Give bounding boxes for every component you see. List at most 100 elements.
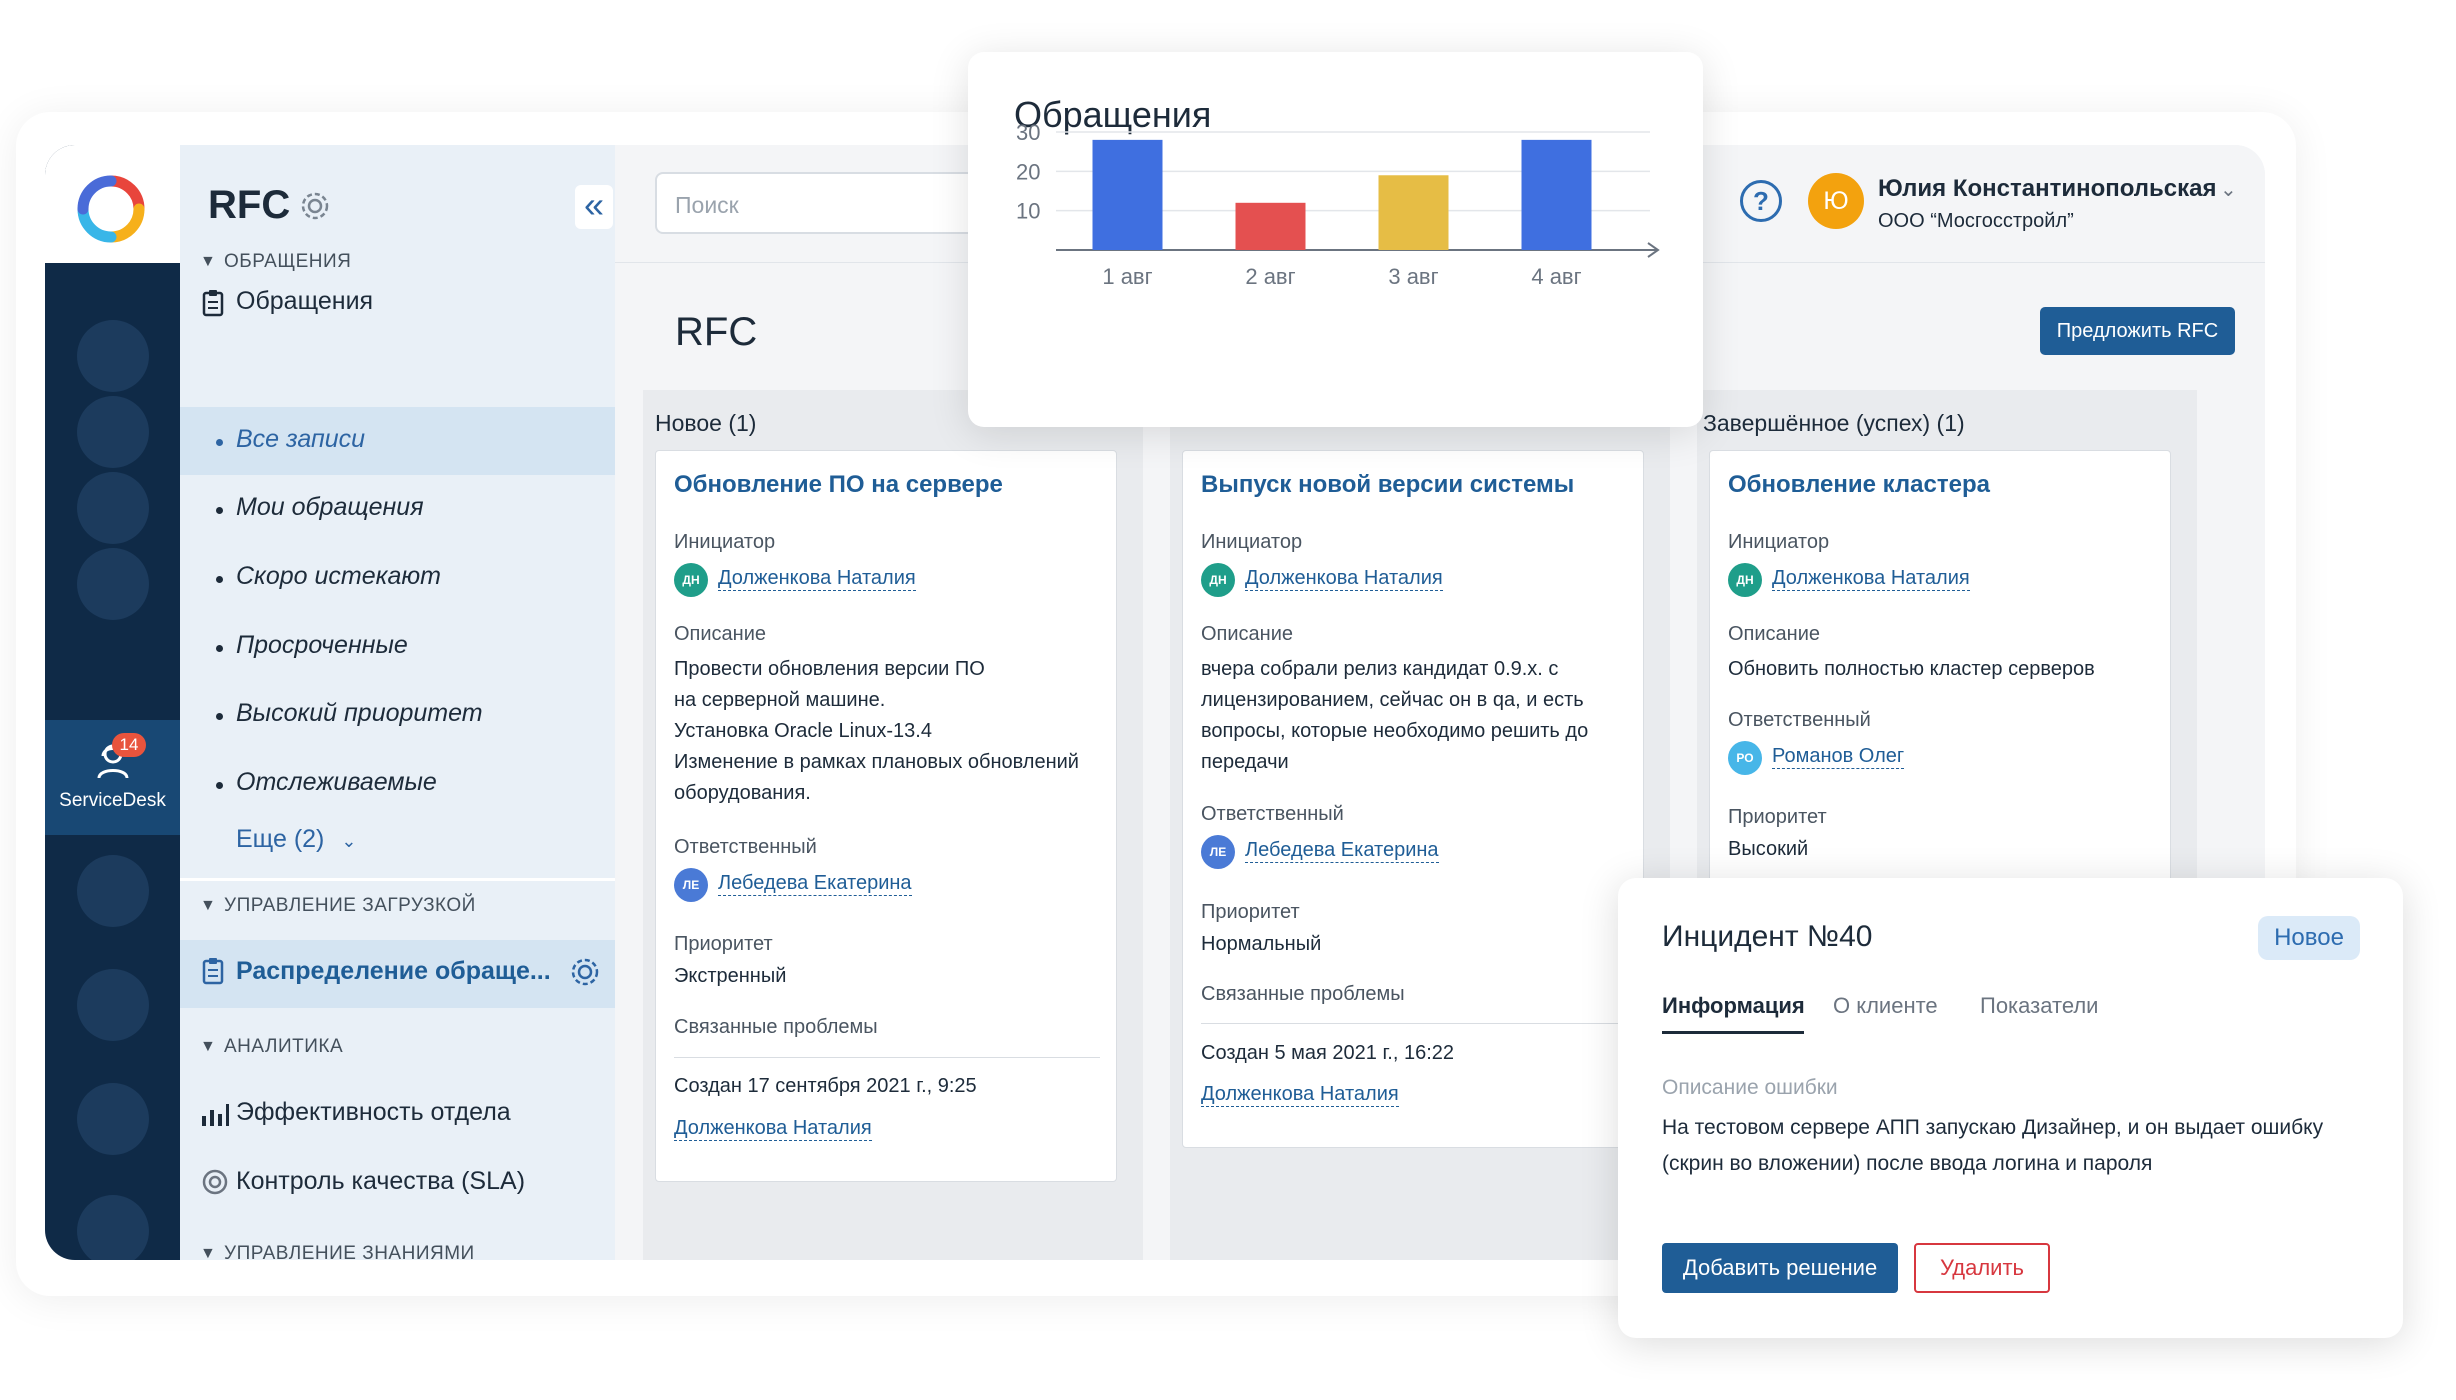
add-solution-button[interactable]: Добавить решение (1662, 1243, 1898, 1293)
rail-app-icon[interactable] (77, 1195, 149, 1260)
avatar: ДН (1728, 563, 1762, 597)
sidebar-title: RFC (208, 183, 291, 227)
rail-app-icon[interactable] (77, 548, 149, 620)
responsible-link[interactable]: Лебедева Екатерина (1245, 839, 1439, 863)
initiator-link[interactable]: Долженкова Наталия (1772, 567, 1970, 591)
x-tick-label: 4 авг (1531, 264, 1581, 289)
divider (180, 878, 615, 881)
caret-down-icon[interactable]: ▼ (200, 1245, 216, 1260)
responsible-label: Ответственный (1728, 709, 1871, 731)
app-logo-icon[interactable] (75, 173, 147, 245)
responsible-label: Ответственный (674, 836, 817, 858)
bar (1235, 202, 1306, 250)
priority-value: Высокий (1728, 838, 1809, 860)
divider (1201, 1023, 1627, 1024)
sidebar-item-expiring[interactable]: Скоро истекают (236, 562, 441, 591)
initiator-link[interactable]: Долженкова Наталия (1245, 567, 1443, 591)
kanban-column-new: Новое (1) Обновление ПО на сервере Иници… (643, 390, 1143, 1260)
avatar: РО (1728, 741, 1762, 775)
sidebar: RFC « ▼ ОБРАЩЕНИЯ Обращения Все записи М… (180, 145, 615, 1260)
description-line: Провести обновления версии ПО (674, 658, 985, 680)
rfc-card[interactable]: Выпуск новой версии системы Инициатор ДН… (1182, 450, 1644, 1148)
section-analytics[interactable]: АНАЛИТИКА (224, 1036, 343, 1058)
user-name[interactable]: Юлия Константинопольская (1878, 175, 2217, 203)
x-tick-label: 2 авг (1245, 264, 1295, 289)
rail-label-servicedesk: ServiceDesk (59, 790, 166, 811)
rail-item-servicedesk[interactable] (45, 720, 180, 835)
bullet (216, 576, 223, 583)
priority-label: Приоритет (1728, 806, 1827, 828)
creator-link[interactable]: Долженкова Наталия (674, 1117, 872, 1141)
sidebar-item-all-records[interactable]: Все записи (236, 425, 365, 454)
section-load-management[interactable]: УПРАВЛЕНИЕ ЗАГРУЗКОЙ (224, 895, 476, 917)
rfc-card[interactable]: Обновление ПО на сервере Инициатор ДН До… (655, 450, 1117, 1182)
rail-app-icon[interactable] (77, 1083, 149, 1155)
status-badge: Новое (2258, 916, 2360, 960)
creator-link[interactable]: Долженкова Наталия (1201, 1083, 1399, 1107)
gear-icon[interactable] (568, 955, 602, 989)
description-line: Установка Oracle Linux-13.4 (674, 720, 932, 742)
description-text: Провести обновления версии ПО на серверн… (674, 654, 1104, 809)
related-problems-label: Связанные проблемы (674, 1016, 878, 1038)
rail-app-icon[interactable] (77, 472, 149, 544)
created-date: Создан 17 сентября 2021 г., 9:25 (674, 1075, 977, 1097)
rail-app-icon[interactable] (77, 396, 149, 468)
rfc-card[interactable]: Обновление кластера Инициатор ДН Долженк… (1709, 450, 2171, 950)
delete-button[interactable]: Удалить (1914, 1243, 2050, 1293)
sidebar-item-efficiency[interactable]: Эффективность отдела (236, 1098, 511, 1127)
responsible-link[interactable]: Романов Олег (1772, 745, 1905, 769)
sidebar-more-label: Еще (2) (236, 825, 325, 853)
section-knowledge[interactable]: УПРАВЛЕНИЕ ЗНАНИЯМИ (224, 1243, 475, 1260)
caret-down-icon[interactable]: ▼ (200, 1038, 216, 1056)
tab-information[interactable]: Информация (1662, 993, 1805, 1019)
tab-active-indicator (1662, 1031, 1804, 1034)
description-line: лицензированием, сейчас он в qa, и есть (1201, 689, 1584, 711)
initiator-label: Инициатор (1201, 531, 1303, 553)
description-line: вопросы, которые необходимо решить до (1201, 720, 1589, 742)
tab-client[interactable]: О клиенте (1833, 993, 1938, 1019)
rail-app-icon[interactable] (77, 969, 149, 1041)
sidebar-item-sla[interactable]: Контроль качества (SLA) (236, 1167, 525, 1196)
user-organization: ООО “Мосгосстройл” (1878, 210, 2074, 232)
initiator-label: Инициатор (1728, 531, 1830, 553)
description-line: Изменение в рамках плановых обновлений (674, 751, 1079, 773)
collapse-sidebar-button[interactable]: « (575, 185, 613, 229)
sidebar-item-appeals[interactable]: Обращения (236, 287, 373, 316)
rail-app-icon[interactable] (77, 320, 149, 392)
propose-rfc-button[interactable]: Предложить RFC (2040, 307, 2235, 355)
notification-badge: 14 (112, 733, 146, 757)
sidebar-item-tracked[interactable]: Отслеживаемые (236, 768, 437, 797)
card-title[interactable]: Обновление кластера (1728, 471, 1990, 499)
app-rail: 14 ServiceDesk (45, 145, 180, 1260)
tab-metrics[interactable]: Показатели (1980, 993, 2098, 1019)
bar (1378, 175, 1449, 250)
page-title: RFC (675, 310, 758, 354)
rail-app-icon[interactable] (77, 855, 149, 927)
avatar: ЛЕ (1201, 835, 1235, 869)
sidebar-item-distribution[interactable]: Распределение обраще... (236, 957, 551, 986)
created-date: Создан 5 мая 2021 г., 16:22 (1201, 1042, 1455, 1064)
help-icon[interactable]: ? (1740, 180, 1782, 222)
gear-icon[interactable] (298, 189, 332, 223)
chevron-down-icon[interactable]: ⌄ (2220, 177, 2237, 202)
avatar: ДН (674, 563, 708, 597)
user-avatar[interactable]: Ю (1808, 173, 1864, 229)
initiator-link[interactable]: Долженкова Наталия (718, 567, 916, 591)
bullet (216, 782, 223, 789)
sidebar-more[interactable]: Еще (2) ⌄ (236, 825, 356, 854)
bullet (216, 713, 223, 720)
description-line: вчера собрали релиз кандидат 0.9.х. с (1201, 658, 1559, 680)
sidebar-item-overdue[interactable]: Просроченные (236, 631, 408, 660)
responsible-link[interactable]: Лебедева Екатерина (718, 872, 912, 896)
sidebar-item-my-appeals[interactable]: Мои обращения (236, 493, 424, 522)
caret-down-icon[interactable]: ▼ (200, 897, 216, 915)
section-appeals[interactable]: ОБРАЩЕНИЯ (224, 251, 351, 273)
card-title[interactable]: Обновление ПО на сервере (674, 471, 1003, 499)
responsible-label: Ответственный (1201, 803, 1344, 825)
priority-label: Приоритет (674, 933, 773, 955)
caret-down-icon[interactable]: ▼ (200, 253, 216, 271)
kanban-column-in-progress: Выпуск новой версии системы Инициатор ДН… (1170, 390, 1670, 1260)
card-title[interactable]: Выпуск новой версии системы (1201, 471, 1574, 499)
bar (1092, 139, 1163, 250)
sidebar-item-high-priority[interactable]: Высокий приоритет (236, 699, 483, 728)
